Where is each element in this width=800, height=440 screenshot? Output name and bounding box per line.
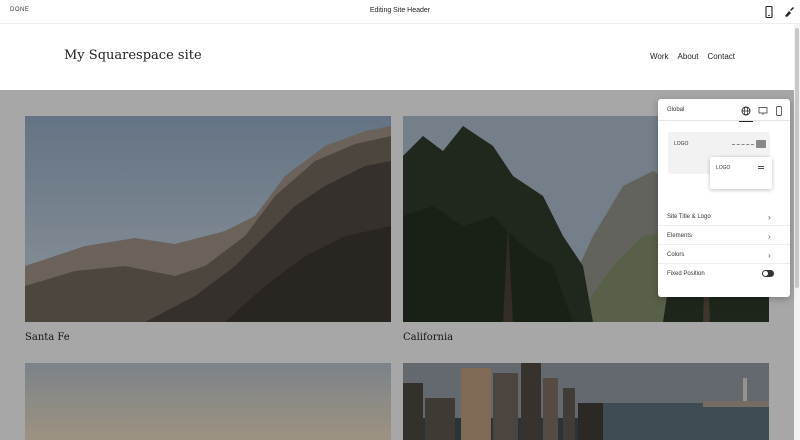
scrollbar-thumb[interactable] xyxy=(795,28,799,288)
globe-icon[interactable] xyxy=(739,104,753,122)
chevron-right-icon: › xyxy=(768,232,771,241)
gallery-caption-santa-fe[interactable]: Santa Fe xyxy=(25,332,70,343)
editing-title: Editing Site Header xyxy=(369,7,431,14)
editor-top-bar: DONE Editing Site Header xyxy=(0,0,800,24)
nav-link-contact[interactable]: Contact xyxy=(707,52,735,61)
header-settings-panel: Global LOGO LOGO Site Title & Logo › Ele… xyxy=(658,99,790,297)
mobile-preview-icon[interactable] xyxy=(762,5,776,19)
nav-link-about[interactable]: About xyxy=(678,52,699,61)
site-title-logo-row[interactable]: Site Title & Logo › xyxy=(658,208,790,226)
row-label: Colors xyxy=(667,252,685,258)
nav-link-work[interactable]: Work xyxy=(650,52,669,61)
header-layout-option[interactable]: LOGO xyxy=(710,157,772,189)
layout-option-label: LOGO xyxy=(716,165,731,171)
panel-header: Global xyxy=(658,99,790,122)
mobile-icon[interactable] xyxy=(772,104,786,118)
gallery-image-santa-fe[interactable] xyxy=(25,116,391,322)
fixed-position-row: Fixed Position xyxy=(658,265,790,283)
page-scrollbar[interactable] xyxy=(794,24,800,440)
elements-row[interactable]: Elements › xyxy=(658,227,790,245)
fixed-position-toggle[interactable] xyxy=(762,270,774,277)
row-label: Site Title & Logo xyxy=(667,214,711,220)
row-label: Fixed Position xyxy=(667,271,705,277)
chevron-right-icon: › xyxy=(768,213,771,222)
site-header[interactable]: My Squarespace site Work About Contact xyxy=(0,24,794,90)
gallery-image-sky[interactable] xyxy=(25,363,391,440)
row-label: Elements xyxy=(667,233,693,239)
site-title[interactable]: My Squarespace site xyxy=(64,48,202,63)
colors-row[interactable]: Colors › xyxy=(658,246,790,264)
layout-logo-label: LOGO xyxy=(674,141,689,147)
chevron-right-icon: › xyxy=(768,251,771,260)
style-brush-icon[interactable] xyxy=(782,5,796,19)
gallery-image-city[interactable] xyxy=(403,363,769,440)
layout-nav-placeholder xyxy=(732,144,754,145)
layout-button-placeholder xyxy=(756,140,766,148)
gallery-caption-california[interactable]: California xyxy=(403,332,453,343)
main-navigation: Work About Contact xyxy=(650,52,735,61)
panel-title: Global xyxy=(667,107,685,113)
menu-icon xyxy=(758,166,764,169)
desktop-icon[interactable] xyxy=(756,104,770,118)
